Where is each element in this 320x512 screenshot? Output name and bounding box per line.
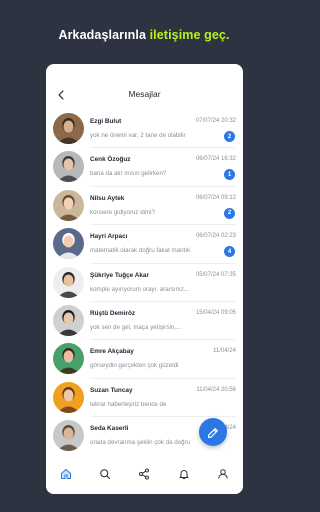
conversation-row[interactable]: Nilsu Aytek 06/07/24 09:12 konsere gidiy… (46, 187, 243, 226)
nav-notifications[interactable] (176, 466, 192, 482)
conversation-row[interactable]: Emre Akçabay 11/04/24 görseydin gerçekte… (46, 340, 243, 379)
contact-name: Hayri Arpacı (90, 233, 128, 241)
message-preview: yok ne önemi var, 2 tane de olabilir (90, 132, 186, 139)
bottom-nav (46, 454, 243, 494)
pencil-icon (207, 427, 218, 438)
message-timestamp: 15/04/24 09:05 (196, 310, 236, 316)
bell-icon (179, 470, 189, 479)
message-date: 06/07/24 (195, 194, 220, 201)
unread-badge: 2 (224, 207, 235, 219)
message-date: 11/04/24 (213, 348, 236, 355)
conversation-row[interactable]: Hayri Arpacı 06/07/24 02:23 matematik ol… (46, 225, 243, 264)
person-avatar-icon (53, 113, 84, 144)
contact-name: Şükriye Tuğçe Akar (90, 271, 149, 279)
avatar (53, 304, 84, 336)
message-time: 20:32 (220, 118, 236, 124)
phone-screen: Mesajlar Ezgi Bulut 07/07/24 20:32 yok n… (46, 64, 243, 494)
search-icon (100, 469, 111, 480)
contact-name: Seda Kaserli (90, 425, 129, 433)
person-avatar-icon (53, 228, 84, 260)
contact-name: Suzan Tuncay (90, 386, 133, 394)
conversation-list: Ezgi Bulut 07/07/24 20:32 yok ne önemi v… (46, 110, 243, 456)
message-time: 09:12 (220, 194, 236, 201)
message-timestamp: 05/07/24 07:35 (196, 272, 236, 278)
message-preview: konsere gidiyoruz dimi? (90, 208, 155, 216)
promo-headline: Arkadaşlarınla iletişime geç. (0, 28, 288, 42)
headline-text: Arkadaşlarınla (58, 28, 150, 42)
contact-name: Ezgi Bulut (90, 118, 122, 125)
home-icon (60, 469, 71, 479)
avatar (53, 228, 84, 260)
contact-name: Nilsu Aytek (90, 194, 125, 202)
message-preview: tekrar haberleşiriz bence de (90, 400, 167, 408)
avatar (53, 420, 84, 452)
contact-name: Cenk Özoğuz (90, 156, 131, 164)
message-preview: yok sen de gel, maça yetişirsin,... (90, 323, 182, 331)
conversation-row[interactable]: Şükriye Tuğçe Akar 05/07/24 07:35 komple… (46, 264, 243, 302)
message-time: 02:23 (220, 233, 236, 240)
page-title: Mesajlar (128, 89, 161, 99)
avatar (53, 266, 84, 298)
unread-badge: 2 (224, 131, 235, 142)
conversation-row[interactable]: Cenk Özoğuz 06/07/24 16:32 bana da alır … (46, 148, 243, 187)
conversation-row[interactable]: Rüştü Demiröz 15/04/24 09:05 yok sen de … (46, 302, 243, 341)
message-preview: bana da alır mısın gelirken? (90, 170, 167, 178)
new-message-button[interactable] (199, 418, 227, 446)
person-avatar-icon (53, 304, 84, 336)
contact-name: Rüştü Demiröz (90, 309, 136, 317)
message-timestamp: 06/07/24 02:23 (196, 233, 236, 239)
person-avatar-icon (53, 189, 84, 221)
message-date: 06/07/24 (195, 156, 220, 163)
message-timestamp: 11/04/24 (213, 348, 236, 354)
message-timestamp: 06/07/24 16:32 (196, 156, 236, 162)
message-date: 15/04/24 (195, 309, 220, 316)
share-icon (139, 468, 150, 480)
nav-search[interactable] (97, 466, 113, 482)
contact-name: Emre Akçabay (90, 348, 134, 356)
conversation-row[interactable]: Ezgi Bulut 07/07/24 20:32 yok ne önemi v… (46, 110, 243, 149)
message-preview: komple ayırıyorum orayı. ararsınız... (90, 285, 190, 293)
message-preview: görseydin gerçekten çok güzeldi (90, 362, 179, 370)
avatar (53, 151, 84, 183)
message-date: 05/07/24 (195, 271, 220, 278)
message-date: 11/04/24 (196, 386, 220, 393)
avatar (53, 381, 84, 413)
message-time: 20:56 (220, 386, 236, 393)
user-icon (218, 469, 228, 479)
nav-share[interactable] (136, 466, 152, 482)
message-time: 07:35 (220, 271, 236, 278)
message-preview: matematik olarak doğru fakat mantık (90, 247, 191, 255)
message-preview: orada devranma şeklin çok da doğru (90, 439, 191, 447)
message-time: 09:05 (220, 309, 236, 316)
person-avatar-icon (53, 420, 84, 452)
conversation-row[interactable]: Suzan Tuncay 11/04/24 20:56 tekrar haber… (46, 379, 243, 418)
message-timestamp: 11/04/24 20:56 (196, 387, 236, 393)
unread-badge: 1 (224, 169, 235, 181)
headline-accent: iletişime geç. (149, 28, 230, 42)
message-time: 16:32 (220, 156, 236, 163)
person-avatar-icon (53, 266, 84, 298)
person-avatar-icon (53, 151, 84, 183)
unread-badge: 4 (224, 246, 235, 258)
avatar (53, 113, 84, 144)
message-timestamp: 07/07/24 20:32 (196, 118, 236, 124)
avatar (53, 189, 84, 221)
message-date: 06/07/24 (195, 233, 220, 240)
person-avatar-icon (53, 381, 84, 413)
nav-profile[interactable] (215, 466, 231, 482)
person-avatar-icon (53, 343, 84, 375)
nav-home[interactable] (58, 466, 74, 482)
message-timestamp: 06/07/24 09:12 (196, 195, 236, 201)
avatar (53, 343, 84, 375)
message-date: 07/07/24 (195, 118, 220, 124)
